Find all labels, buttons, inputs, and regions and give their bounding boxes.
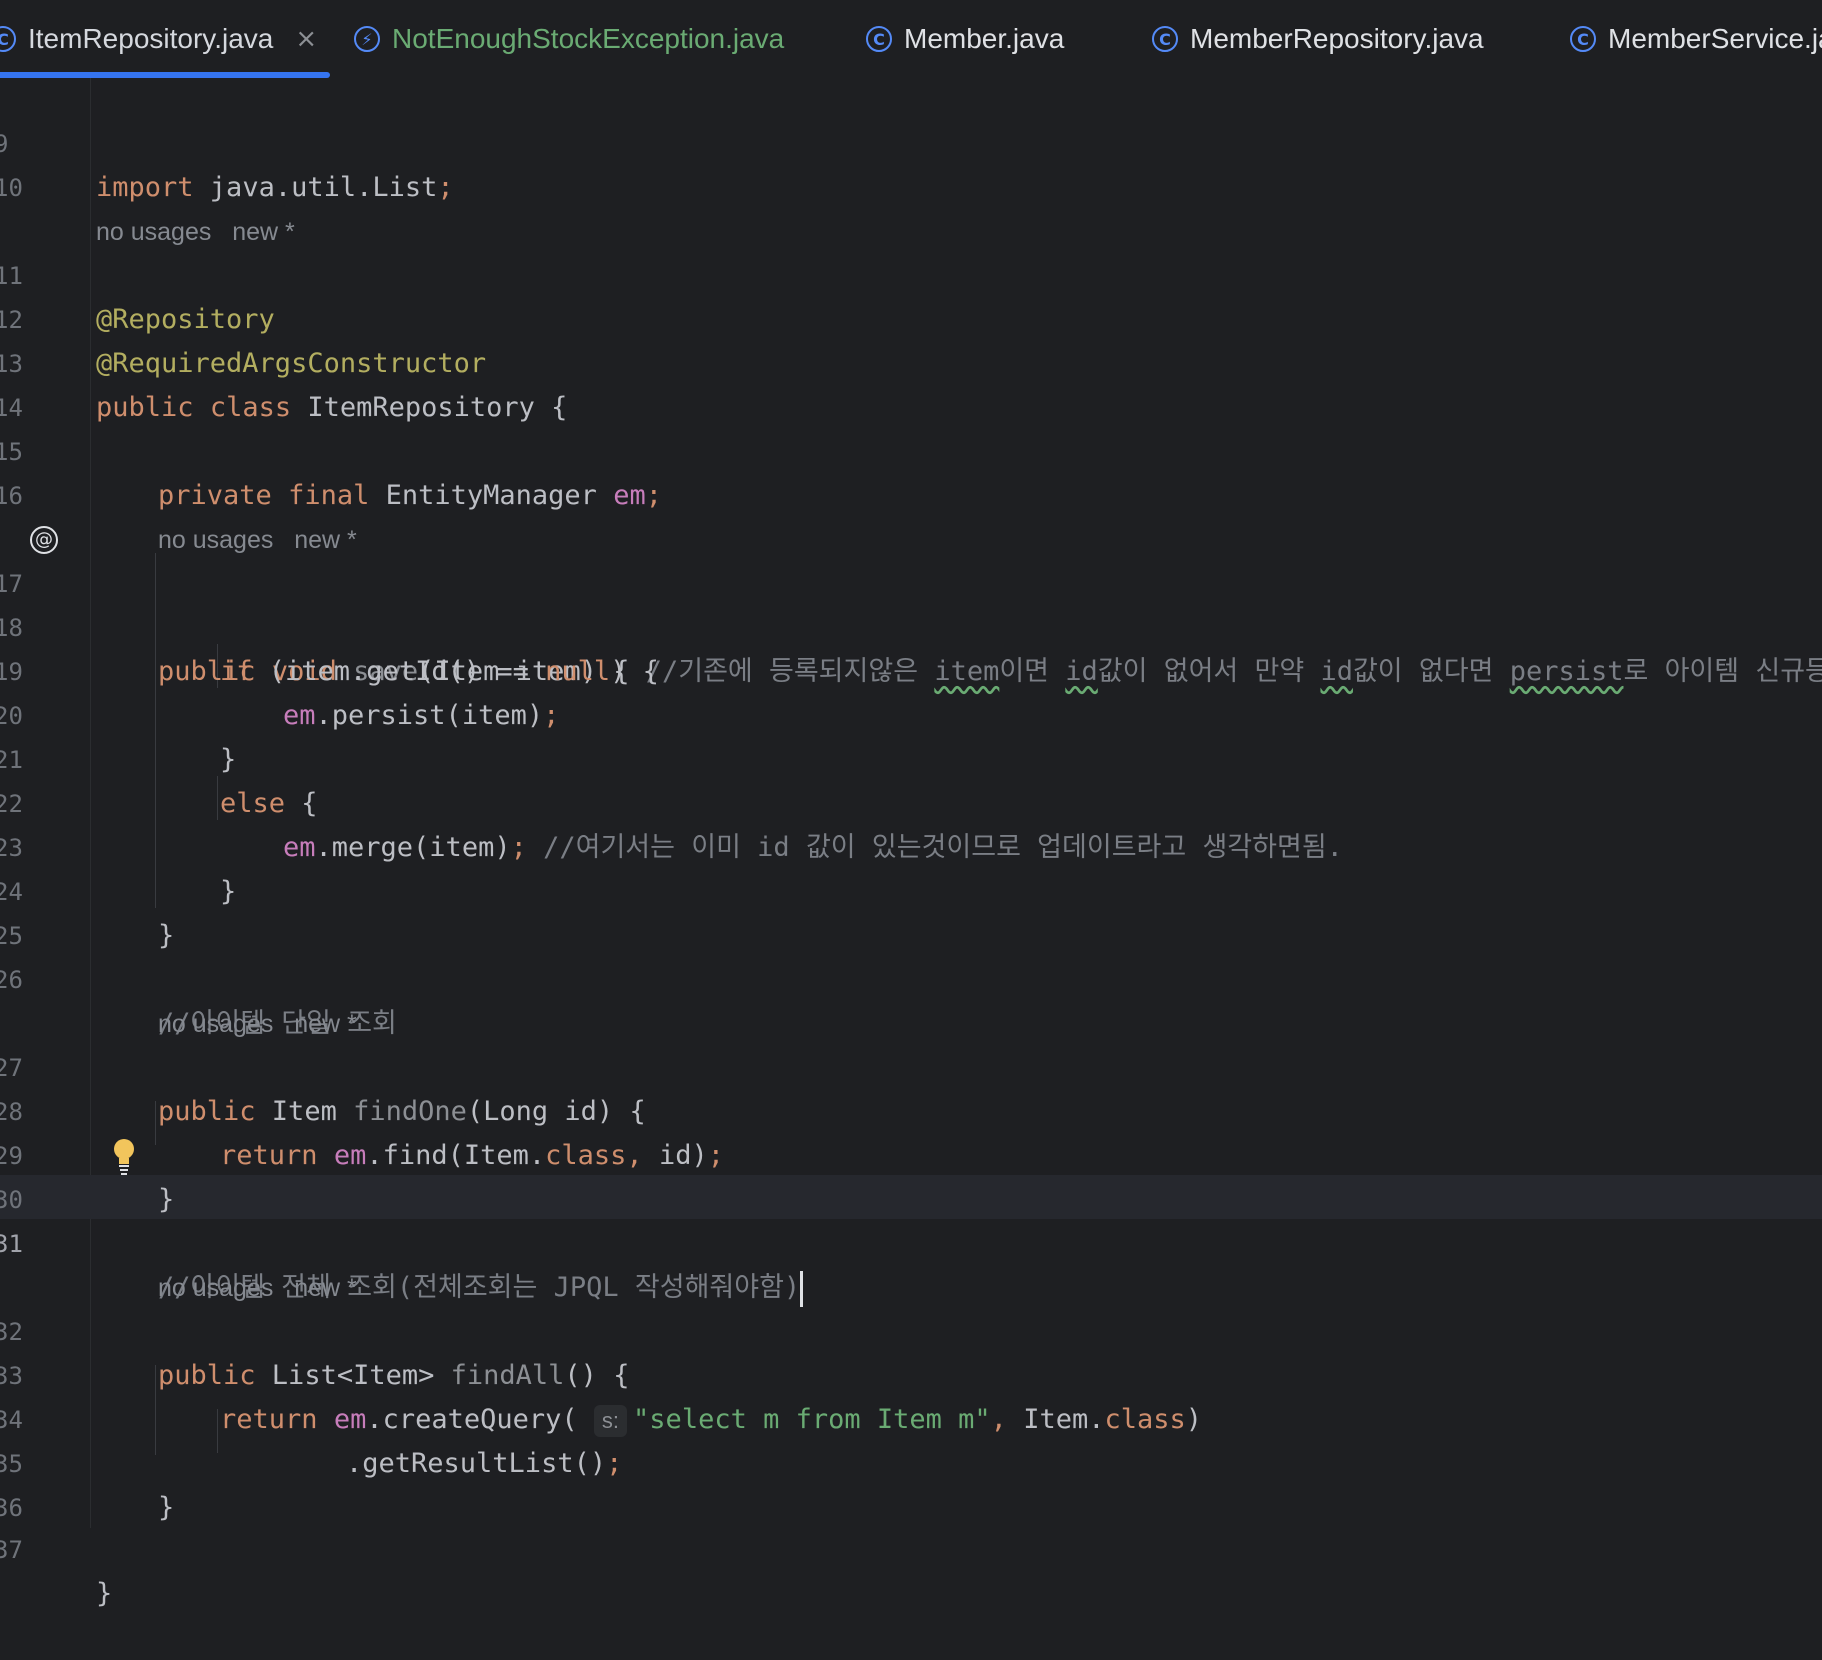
tab-member[interactable]: C Member.java (866, 0, 1064, 78)
code-line: 10 (0, 122, 1822, 202)
code-line: 18 if (item.getId() == null) { (0, 562, 1822, 687)
implements-annotation-icon[interactable]: @ (30, 526, 58, 554)
class-icon: C (1570, 26, 1596, 52)
code-line: 27 public Item findOne(Long id) { (0, 1002, 1822, 1127)
code-line: 36 (0, 1442, 1822, 1522)
code-line-current: 31 //아이템 전체 조회(전체조회는 JPQL 작성해줘야함) (0, 1178, 1822, 1307)
code-line: 21 else { (0, 694, 1822, 819)
code-line: 14 (0, 342, 1822, 422)
code-line: 15 private final EntityManager em; (0, 386, 1822, 511)
code-line: 20 } (0, 650, 1822, 775)
tab-item-repository[interactable]: C ItemRepository.java × (0, 0, 317, 78)
code-line: 9 import java.util.List; (0, 78, 1822, 203)
code-line: 19 em.persist(item); (0, 606, 1822, 731)
exception-icon: ⚡ (354, 26, 380, 52)
lightbulb-icon[interactable] (112, 1136, 136, 1176)
tab-label: NotEnoughStockException.java (392, 23, 785, 54)
class-icon: C (866, 26, 892, 52)
inlay-hint-row: no usages new * (0, 1222, 1822, 1302)
code-line: 34 .getResultList(); (0, 1354, 1822, 1479)
tab-member-repository[interactable]: C MemberRepository.java (1152, 0, 1484, 78)
code-line: 25 (0, 870, 1822, 950)
code-line: 37 } (0, 1484, 1822, 1609)
code-line: 16 (0, 430, 1822, 510)
tab-label: ItemRepository.java (28, 23, 274, 54)
code-line: 32 public List<Item> findAll() { (0, 1266, 1822, 1391)
inlay-hint-row: no usages new * (0, 474, 1822, 554)
tab-label: Member.java (904, 23, 1065, 54)
code-line: 33 return em.createQuery( s: "select m fr… (0, 1310, 1822, 1437)
code-line: 22 em.merge(item); //여기서는 이미 id 값이 있는것이므… (0, 738, 1822, 863)
line-number: 37 (0, 1536, 23, 1564)
tab-label: MemberService.ja (1608, 23, 1822, 54)
inlay-hint-row: no usages new * (0, 166, 1822, 246)
inlay-hint-row: no usages new * (0, 958, 1822, 1038)
code-line: 13 public class ItemRepository { (0, 298, 1822, 423)
code-line: 12 @RequiredArgsConstructor (0, 254, 1822, 379)
code-line: 23 } (0, 782, 1822, 907)
tab-member-service[interactable]: C MemberService.ja (1570, 0, 1822, 78)
code-line: 35 } (0, 1398, 1822, 1523)
brace: } (96, 1578, 113, 1609)
class-icon: C (0, 26, 16, 52)
code-editor[interactable]: 9 import java.util.List; 10 no usages ne… (0, 78, 1822, 1609)
code-line: 28 return em.find(Item.class, id); (0, 1046, 1822, 1171)
code-line: 29 } (0, 1090, 1822, 1215)
code-line: 11 @Repository (0, 210, 1822, 335)
code-line: 24 } (0, 826, 1822, 951)
code-line: 17 @ public void save(Item item) { //기존에… (0, 518, 1822, 687)
close-icon[interactable]: × (295, 24, 317, 54)
editor-tab-bar: C ItemRepository.java × ⚡ NotEnoughStock… (0, 0, 1822, 79)
tab-label: MemberRepository.java (1190, 23, 1484, 54)
tab-not-enough-stock-exception[interactable]: ⚡ NotEnoughStockException.java (354, 0, 784, 78)
class-icon: C (1152, 26, 1178, 52)
code-line: 26 //아이템 단일 조회 (0, 914, 1822, 1039)
code-line: 30 (0, 1134, 1822, 1214)
